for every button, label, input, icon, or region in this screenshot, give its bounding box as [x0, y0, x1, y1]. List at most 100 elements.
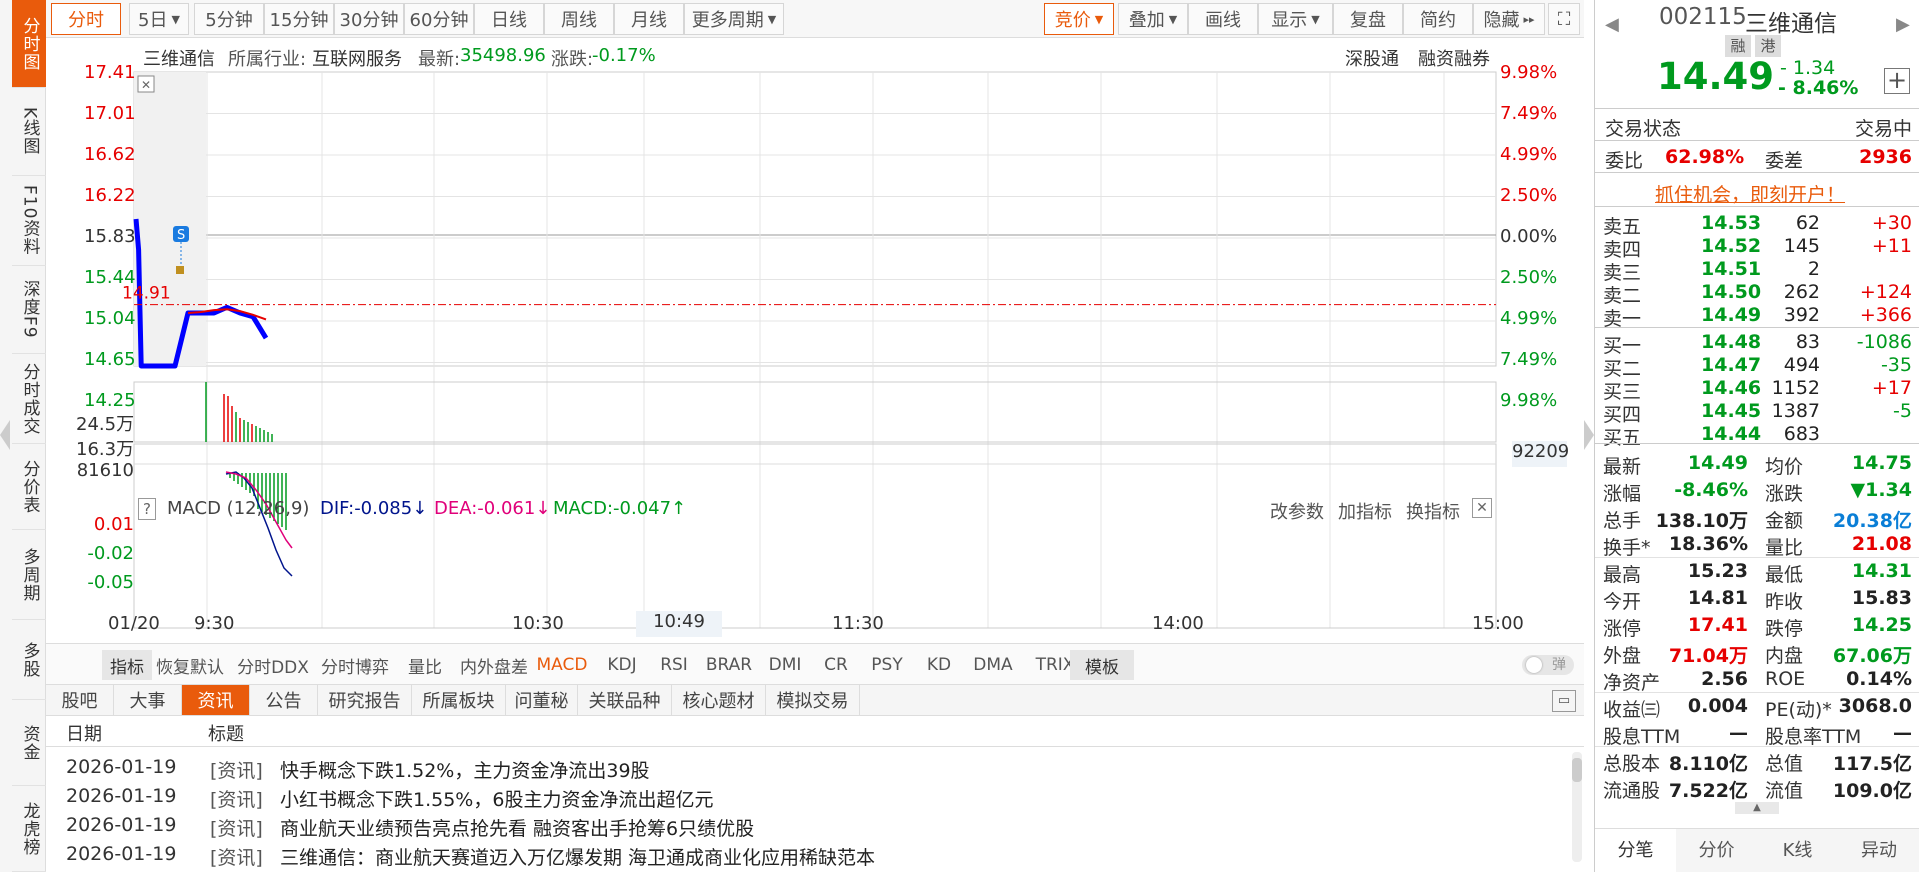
expand-arrow-icon[interactable]: ▲ [1735, 802, 1779, 814]
scrollbar-thumb[interactable] [1572, 758, 1582, 782]
sidebar-item-multi-period[interactable]: 多周期 [12, 530, 46, 620]
tab-price-dist[interactable]: 分价 [1676, 829, 1757, 873]
news-title-link[interactable]: 三维通信：商业航天赛道迈入万亿爆发期 海卫通成商业化应用稀缺范本 [280, 843, 875, 869]
add-watchlist-icon[interactable]: + [1884, 68, 1910, 94]
hide-button[interactable]: 隐藏 ▸▸ [1473, 3, 1545, 35]
x-tick-label: 15:00 [1472, 613, 1524, 634]
sidebar-item-depth[interactable]: 深度F9 [12, 266, 46, 354]
more-periods-button[interactable]: 更多周期 ▼ [684, 3, 784, 35]
stat-value: 0.14% [1846, 668, 1912, 690]
indicator-tab[interactable]: RSI [652, 650, 696, 680]
stat-value: 8.110亿 [1668, 753, 1748, 775]
auction-button[interactable]: 竞价 ▼ [1044, 3, 1114, 35]
simple-button[interactable]: 简约 [1403, 3, 1473, 35]
indicator-tab[interactable]: 分时DDX [232, 650, 314, 680]
news-tab[interactable]: 核心题材 [672, 685, 766, 715]
sidebar-item-multi-stock[interactable]: 多股 [12, 620, 46, 700]
x-tick-label: 01/20 [108, 613, 160, 634]
stock-name: 三维通信 [1745, 11, 1837, 37]
news-tab[interactable]: 股吧 [46, 685, 114, 715]
news-tab[interactable]: 模拟交易 [766, 685, 860, 715]
close-icon[interactable]: ✕ [1472, 498, 1492, 518]
news-title-link[interactable]: 快手概念下跌1.52%，主力资金净流出39股 [280, 756, 650, 782]
open-account-link[interactable]: 抓住机会，即刻开户！ [1655, 180, 1845, 207]
switch-indicator-link[interactable]: 换指标 [1406, 498, 1460, 524]
indicator-tab[interactable]: BRAR [700, 650, 758, 680]
collapse-panel-arrow-icon[interactable] [1584, 420, 1594, 450]
news-tab[interactable]: 所属板块 [412, 685, 506, 715]
stat-row: 收益㈢ 0.004 PE(动)* 3068.0 [1595, 695, 1919, 721]
indicator-tab[interactable]: CR [816, 650, 856, 680]
pct-tick-label: 9.98% [1500, 390, 1558, 411]
news-tag: [资讯] [210, 789, 263, 811]
tab-abnormal[interactable]: 异动 [1838, 829, 1919, 873]
level-volume: 262 [1783, 281, 1820, 303]
stat-row: 流通股 7.522亿 流值 109.0亿 [1595, 776, 1919, 802]
indicator-tab[interactable]: KD [918, 650, 960, 680]
indicator-tab[interactable]: 量比 [400, 650, 450, 680]
indicator-tab[interactable]: DMA [966, 650, 1020, 680]
divider [1595, 140, 1919, 141]
indicator-tab[interactable]: PSY [862, 650, 912, 680]
indicator-tab[interactable]: MACD [532, 650, 592, 680]
indicator-tab[interactable]: 内外盘差 [452, 650, 536, 680]
news-tab[interactable]: 公告 [250, 685, 318, 715]
level-price: 14.53 [1701, 212, 1762, 234]
sidebar-item-dragon-tiger[interactable]: 龙虎榜 [12, 786, 46, 872]
sidebar-item-f10[interactable]: F10资料 [12, 176, 46, 266]
price-chart[interactable]: 14.91S✕ [46, 38, 1584, 638]
news-scrollbar[interactable] [1572, 752, 1582, 862]
stat-label: 股息率TTM [1765, 726, 1862, 748]
period-30min-button[interactable]: 30分钟 [334, 3, 404, 35]
news-tab[interactable]: 问董秘 [506, 685, 578, 715]
stat-row: 总手 138.10万 金额 20.38亿 [1595, 506, 1919, 532]
news-title-link[interactable]: 小红书概念下跌1.55%，6股主力资金净流出超亿元 [280, 785, 713, 811]
period-toolbar: 分时 5日 ▼ 5分钟 15分钟 30分钟 60分钟 日线 周线 月线 更多周期 ▼… [46, 0, 1584, 38]
sidebar-item-kline[interactable]: K线图 [12, 88, 46, 176]
level-volume: 392 [1783, 304, 1820, 326]
period-fenshi-button[interactable]: 分时 [51, 3, 121, 35]
news-title-link[interactable]: 商业航天业绩预告亮点抢先看 融资客出手抢筹6只绩优股 [280, 814, 754, 840]
period-month-button[interactable]: 月线 [614, 3, 684, 35]
price-tick-label: 15.44 [84, 267, 136, 288]
period-5min-button[interactable]: 5分钟 [194, 3, 264, 35]
draw-button[interactable]: 画线 [1188, 3, 1258, 35]
more-periods-label: 更多周期 [691, 10, 764, 31]
sidebar-item-funds[interactable]: 资金 [12, 700, 46, 786]
period-day-button[interactable]: 日线 [474, 3, 544, 35]
prev-stock-arrow-icon[interactable]: ◀ [1605, 14, 1619, 35]
news-tab[interactable]: 关联品种 [578, 685, 672, 715]
indicator-template-button[interactable]: 模板 [1070, 650, 1134, 680]
indicator-tab[interactable]: 分时博弈 [314, 650, 396, 680]
fullscreen-icon[interactable]: ⛶ [1548, 3, 1580, 35]
replay-button[interactable]: 复盘 [1333, 3, 1403, 35]
period-15min-button[interactable]: 15分钟 [264, 3, 334, 35]
period-60min-button[interactable]: 60分钟 [404, 3, 474, 35]
indicator-tab[interactable]: KDJ [598, 650, 646, 680]
layout-toggle-icon[interactable]: ▭ [1552, 690, 1576, 712]
news-tab[interactable]: 大事 [114, 685, 182, 715]
collapse-sidebar-arrow-icon[interactable] [0, 420, 10, 450]
sidebar-item-fenshi[interactable]: 分时图 [12, 0, 46, 88]
stat-value: 67.06万 [1832, 645, 1912, 667]
next-stock-arrow-icon[interactable]: ▶ [1896, 14, 1910, 35]
help-icon[interactable]: ? [138, 498, 156, 520]
tab-trades[interactable]: 分笔 [1595, 829, 1676, 873]
stat-value: 15.83 [1851, 587, 1912, 609]
sidebar-item-trades[interactable]: 分时成交 [12, 354, 46, 444]
sidebar-item-price-table[interactable]: 分价表 [12, 444, 46, 530]
tab-kline[interactable]: K线 [1757, 829, 1838, 873]
add-indicator-link[interactable]: 加指标 [1338, 498, 1392, 524]
news-tab[interactable]: 研究报告 [318, 685, 412, 715]
period-5day-button[interactable]: 5日 ▼ [129, 3, 189, 35]
indicator-tab[interactable]: 恢复默认 [150, 650, 230, 680]
period-5day-label: 5日 [138, 10, 168, 31]
news-tab[interactable]: 资讯 [182, 685, 250, 715]
indicator-tab[interactable]: DMI [762, 650, 808, 680]
overlay-button[interactable]: 叠加 ▼ [1118, 3, 1188, 35]
bid-row: 买五 14.44 683 [1595, 423, 1919, 449]
change-params-link[interactable]: 改参数 [1270, 498, 1324, 524]
period-week-button[interactable]: 周线 [544, 3, 614, 35]
status-value: 交易中 [1854, 118, 1912, 140]
display-button[interactable]: 显示 ▼ [1258, 3, 1333, 35]
